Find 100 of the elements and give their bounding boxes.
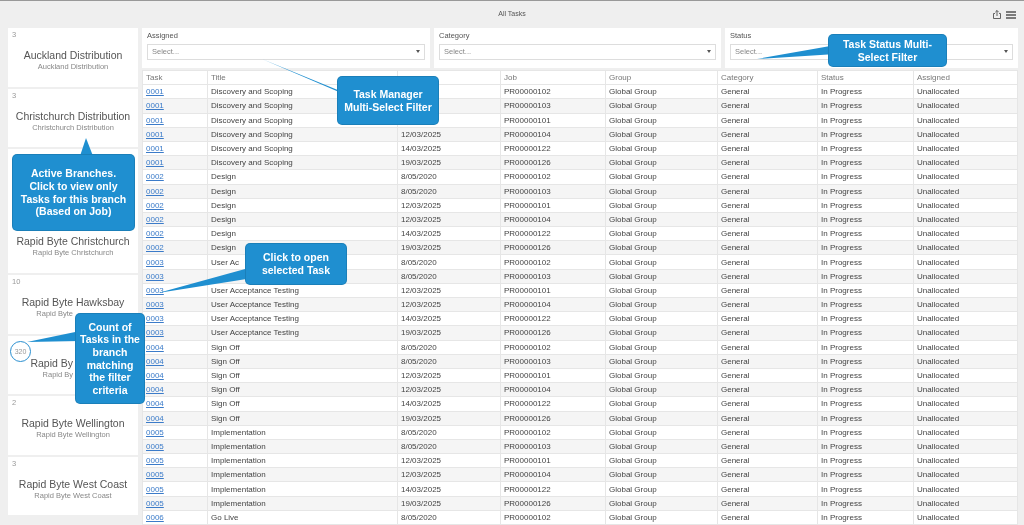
task-link[interactable]: 0003 xyxy=(146,300,164,310)
task-link[interactable]: 0004 xyxy=(146,385,164,395)
task-link[interactable]: 0001 xyxy=(146,158,164,168)
task-link[interactable]: 0001 xyxy=(146,144,164,154)
table-cell: Implementation xyxy=(211,441,266,451)
task-link[interactable]: 0001 xyxy=(146,115,164,125)
table-cell: In Progress xyxy=(821,413,862,423)
table-cell: 19/03/2025 xyxy=(401,498,442,508)
table-cell: Unallocated xyxy=(917,214,960,224)
task-link[interactable]: 0002 xyxy=(146,243,164,253)
table-cell: In Progress xyxy=(821,229,862,239)
table-cell: PR00000104 xyxy=(504,385,551,395)
table-cell: Sign Off xyxy=(211,385,240,395)
table-cell: In Progress xyxy=(821,243,862,253)
task-link[interactable]: 0003 xyxy=(146,328,164,338)
table-cell: 19/03/2025 xyxy=(401,243,442,253)
table-cell: In Progress xyxy=(821,158,862,168)
table-cell: PR00000122 xyxy=(504,229,551,239)
table-cell: Design xyxy=(211,243,236,253)
table-cell: 8/05/2020 xyxy=(401,512,437,522)
column-header: Job xyxy=(500,70,606,85)
table-cell: General xyxy=(721,498,750,508)
task-link[interactable]: 0004 xyxy=(146,413,164,423)
table-cell: Sign Off xyxy=(211,371,240,381)
task-link[interactable]: 0005 xyxy=(146,427,164,437)
table-cell: PR00000103 xyxy=(504,441,551,451)
table-cell: In Progress xyxy=(821,456,862,466)
table-cell: Global Group xyxy=(609,399,657,409)
table-cell: PR00000103 xyxy=(504,101,551,111)
task-link[interactable]: 0005 xyxy=(146,441,164,451)
task-link[interactable]: 0003 xyxy=(146,314,164,324)
task-link[interactable]: 0002 xyxy=(146,172,164,182)
table-cell: Unallocated xyxy=(917,172,960,182)
table-cell: Sign Off xyxy=(211,399,240,409)
table-cell: In Progress xyxy=(821,441,862,451)
table-cell: Unallocated xyxy=(917,413,960,423)
task-link[interactable]: 0004 xyxy=(146,371,164,381)
table-cell: 12/03/2025 xyxy=(401,470,442,480)
callout-tooltip: Task Manager Multi-Select Filter xyxy=(338,77,438,124)
table-cell: 12/03/2025 xyxy=(401,285,442,295)
task-link[interactable]: 0003 xyxy=(146,285,164,295)
table-cell: 19/03/2025 xyxy=(401,328,442,338)
table-cell: Global Group xyxy=(609,498,657,508)
table-cell: In Progress xyxy=(821,385,862,395)
task-link[interactable]: 0004 xyxy=(146,399,164,409)
table-cell: Discovery and Scoping xyxy=(211,129,293,139)
table-cell: Unallocated xyxy=(917,144,960,154)
task-link[interactable]: 0003 xyxy=(146,257,164,267)
table-cell: Unallocated xyxy=(917,441,960,451)
table-cell: In Progress xyxy=(821,172,862,182)
task-link[interactable]: 0002 xyxy=(146,229,164,239)
task-link[interactable]: 0005 xyxy=(146,484,164,494)
table-cell: General xyxy=(721,356,750,366)
table-cell: 12/03/2025 xyxy=(401,456,442,466)
table-cell: In Progress xyxy=(821,186,862,196)
table-cell: 8/05/2020 xyxy=(401,186,437,196)
branch-name: Christchurch Distribution xyxy=(15,109,131,123)
table-cell: PR00000122 xyxy=(504,399,551,409)
task-link[interactable]: 0004 xyxy=(146,342,164,352)
task-link[interactable]: 0002 xyxy=(146,200,164,210)
table-cell: User Ac xyxy=(211,257,239,267)
caret-icon xyxy=(416,50,420,53)
table-cell: PR00000126 xyxy=(504,158,551,168)
task-link[interactable]: 0002 xyxy=(146,186,164,196)
task-link[interactable]: 0006 xyxy=(146,512,164,522)
table-cell: 14/03/2025 xyxy=(401,314,442,324)
table-cell: PR00000104 xyxy=(504,214,551,224)
table-cell: Unallocated xyxy=(917,243,960,253)
task-link[interactable]: 0002 xyxy=(146,214,164,224)
table-cell: In Progress xyxy=(821,328,862,338)
table-cell: Global Group xyxy=(609,342,657,352)
table-cell: Sign Off xyxy=(211,413,240,423)
table-cell: PR00000103 xyxy=(504,356,551,366)
table-cell: Unallocated xyxy=(917,456,960,466)
table-cell: In Progress xyxy=(821,87,862,97)
table-cell: General xyxy=(721,385,750,395)
table-cell: General xyxy=(721,200,750,210)
table-cell: Global Group xyxy=(609,257,657,267)
task-link[interactable]: 0003 xyxy=(146,271,164,281)
table-cell: PR00000101 xyxy=(504,115,551,125)
table-cell: Unallocated xyxy=(917,87,960,97)
task-link[interactable]: 0004 xyxy=(146,356,164,366)
task-link[interactable]: 0005 xyxy=(146,470,164,480)
menu-icon[interactable] xyxy=(1006,10,1016,19)
table-cell: Global Group xyxy=(609,129,657,139)
table-cell: In Progress xyxy=(821,470,862,480)
table-cell: In Progress xyxy=(821,200,862,210)
table-cell: 8/05/2020 xyxy=(401,356,437,366)
share-icon[interactable] xyxy=(993,10,1001,19)
task-link[interactable]: 0001 xyxy=(146,101,164,111)
table-cell: Sign Off xyxy=(211,342,240,352)
task-link[interactable]: 0005 xyxy=(146,498,164,508)
table-cell: PR00000101 xyxy=(504,200,551,210)
table-cell: In Progress xyxy=(821,371,862,381)
task-link[interactable]: 0001 xyxy=(146,129,164,139)
task-link[interactable]: 0005 xyxy=(146,456,164,466)
table-cell: 12/03/2025 xyxy=(401,300,442,310)
table-cell: User Acceptance Testing xyxy=(211,285,299,295)
task-link[interactable]: 0001 xyxy=(146,87,164,97)
column-header: Status xyxy=(817,70,914,85)
